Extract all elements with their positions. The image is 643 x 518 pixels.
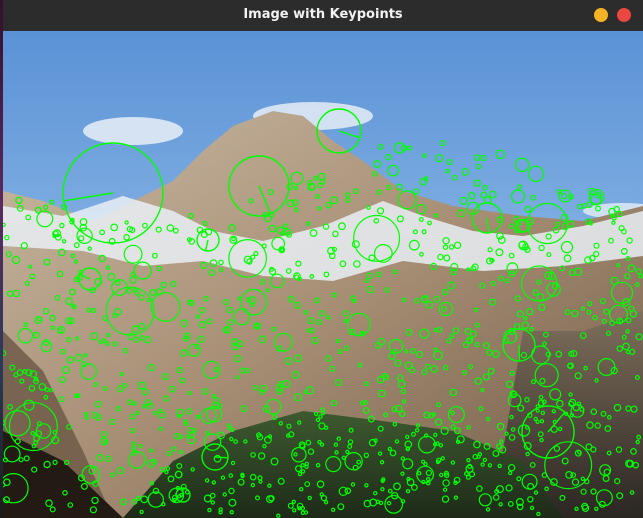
keypoint-orientation (518, 344, 521, 362)
window-title: Image with Keypoints (243, 7, 403, 22)
titlebar[interactable]: Image with Keypoints (3, 0, 643, 31)
keypoint-image (3, 31, 643, 518)
image-canvas (3, 31, 643, 518)
minimize-button[interactable] (594, 8, 608, 22)
cloud (83, 117, 183, 145)
image-window: Image with Keypoints (3, 0, 643, 518)
keypoint-orientation (214, 456, 229, 459)
close-button[interactable] (617, 8, 631, 22)
